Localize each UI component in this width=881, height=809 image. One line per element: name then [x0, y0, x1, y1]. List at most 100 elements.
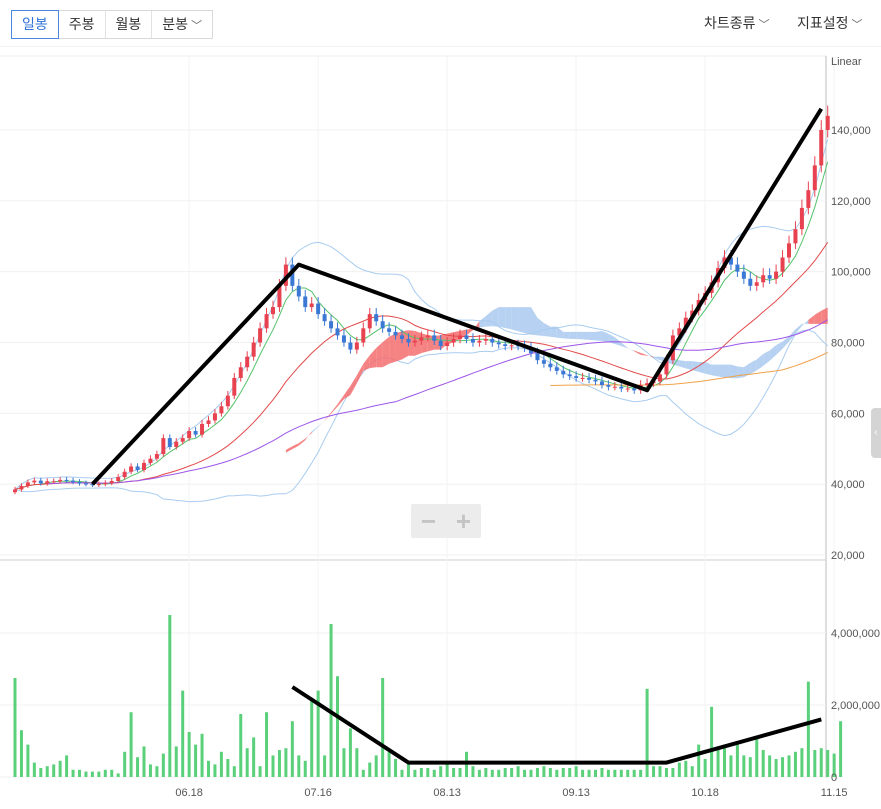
chevron-down-icon: ﹀ — [191, 20, 203, 32]
candle-body — [83, 483, 88, 485]
candle-body — [554, 367, 559, 371]
chevron-down-icon: ﹀ — [758, 19, 770, 31]
cloud-segment — [705, 361, 712, 376]
volume-bar — [271, 755, 275, 777]
volume-bar — [277, 750, 281, 777]
candle-body — [238, 367, 243, 378]
indicator-dropdown[interactable]: 지표설정 ﹀ — [797, 13, 863, 33]
volume-bar — [348, 728, 352, 777]
candle — [58, 476, 63, 484]
volume-bar — [297, 755, 301, 777]
cloud-segment — [750, 359, 757, 375]
candle-body — [561, 370, 566, 375]
volume-bar — [626, 769, 630, 777]
cloud-segment — [756, 354, 764, 371]
volume-bar — [213, 764, 217, 777]
volume-bar — [568, 768, 572, 777]
candle-body — [496, 342, 501, 345]
volume-bar — [168, 615, 172, 777]
volume-bar — [219, 751, 223, 777]
candle — [264, 307, 269, 333]
candle — [258, 322, 263, 347]
candle-body — [122, 471, 127, 478]
cloud-segment — [305, 431, 312, 441]
volume-bar — [561, 768, 565, 777]
cloud-segment — [408, 330, 415, 356]
side-panel-handle[interactable]: ‹ — [871, 408, 881, 458]
volume-bar — [768, 755, 772, 777]
candle-body — [606, 385, 611, 387]
candle-body — [296, 285, 301, 297]
zoom-in-button[interactable]: + — [456, 506, 471, 536]
candle-body — [548, 363, 553, 368]
cloud-segment — [537, 317, 544, 336]
candle — [51, 478, 56, 484]
volume-bar — [800, 748, 804, 777]
tab-weekly[interactable]: 주봉 — [58, 11, 106, 38]
candle-body — [245, 356, 250, 368]
candle-body — [232, 377, 237, 396]
cloud-segment — [376, 342, 383, 368]
volume-bar — [742, 755, 746, 777]
volume-bar — [394, 759, 398, 777]
stock-chart[interactable]: 20,000 40,000 60,000 80,000 100,000 120,000 14… — [0, 45, 881, 804]
candle-body — [109, 480, 114, 484]
candle-body — [129, 466, 134, 472]
candle-body — [535, 353, 540, 361]
volume-bar — [813, 750, 817, 777]
volume-bar — [439, 766, 443, 777]
tab-daily[interactable]: 일봉 — [11, 10, 59, 39]
candle-body — [264, 314, 269, 329]
candle-body — [71, 480, 76, 483]
tab-monthly[interactable]: 월봉 — [105, 11, 153, 38]
candle-body — [25, 482, 30, 486]
candle — [309, 297, 314, 312]
candle — [793, 221, 798, 250]
volume-bar — [774, 759, 778, 777]
candle — [761, 268, 766, 288]
date-tick-label: 10.18 — [691, 787, 719, 799]
volume-bar — [32, 762, 36, 777]
candle-body — [64, 479, 69, 481]
candle-body — [103, 483, 108, 485]
chart-toolbar: 일봉 주봉 월봉 분봉 ﹀ 차트종류 ﹀ 지표설정 ﹀ — [0, 0, 881, 46]
cloud-segment — [769, 345, 777, 361]
volume-bar — [735, 744, 739, 777]
volume-bar — [826, 750, 830, 777]
cloud-segment — [524, 307, 531, 335]
volume-bar — [432, 769, 436, 777]
cloud-segment — [485, 310, 493, 327]
cloud-segment — [582, 331, 590, 340]
candle-body — [451, 338, 456, 343]
cloud-segment — [563, 331, 570, 339]
candle-body — [825, 115, 830, 130]
zoom-out-button[interactable]: − — [421, 506, 436, 536]
candle-body — [58, 479, 63, 482]
chart-area[interactable]: 20,000 40,000 60,000 80,000 100,000 120,000 14… — [0, 45, 881, 804]
scale-mode-label[interactable]: Linear — [831, 56, 862, 68]
volume-tick-label: 2,000,000 — [831, 700, 880, 712]
volume-bar — [361, 769, 365, 777]
volume-tick-label: 4,000,000 — [831, 628, 880, 640]
volume-axis-labels: 0 2,000,000 4,000,000 — [831, 628, 880, 784]
volume-bar — [45, 766, 49, 777]
volume-bar — [529, 769, 533, 777]
volume-bar — [200, 733, 204, 777]
chart-type-dropdown[interactable]: 차트종류 ﹀ — [704, 13, 770, 33]
volume-bar — [52, 764, 56, 777]
cloud-segment — [589, 331, 596, 341]
volume-bar — [587, 769, 591, 777]
price-tick-label: 100,000 — [831, 267, 871, 279]
candle-body — [142, 462, 146, 470]
volume-bar — [787, 755, 791, 777]
cloud-segment — [814, 310, 822, 324]
candle — [780, 250, 785, 277]
tab-minute[interactable]: 분봉 ﹀ — [152, 11, 213, 38]
volume-bar — [639, 769, 643, 777]
cloud-segment — [763, 350, 770, 366]
candle-body — [425, 335, 430, 338]
volume-bar — [187, 732, 191, 777]
volume-bar — [677, 762, 681, 777]
candle-body — [625, 388, 630, 390]
candle — [251, 336, 256, 361]
